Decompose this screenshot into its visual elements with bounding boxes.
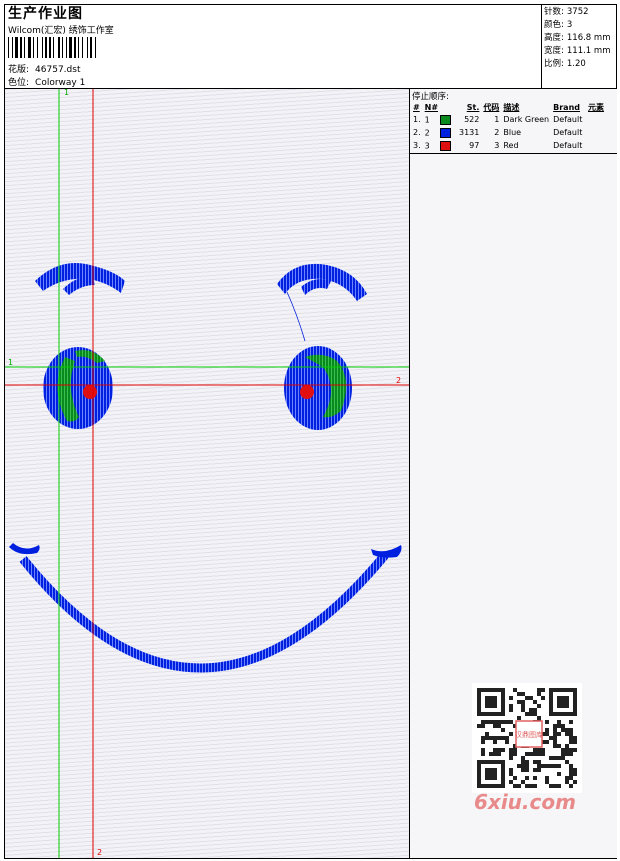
row-desc: Red — [503, 141, 519, 150]
stat-scale: 比例: 1.20 — [544, 59, 586, 69]
barcode — [8, 37, 96, 58]
row-index: 3. — [413, 141, 421, 150]
stat-colors: 颜色: 3 — [544, 20, 573, 30]
table-divider — [410, 153, 617, 154]
row-stitches: 522 — [464, 115, 480, 124]
row-code: 1 — [494, 115, 500, 124]
col-n: N# — [424, 102, 439, 112]
colorway-value: Colorway 1 — [35, 78, 86, 88]
design-file-label: 花版: — [8, 65, 30, 75]
row-code: 2 — [494, 128, 500, 137]
row-stitches: 97 — [469, 141, 480, 150]
row-brand: Default — [553, 128, 583, 137]
stats-divider — [541, 4, 542, 88]
col-element: 元素 — [588, 102, 604, 112]
col-index: # — [413, 102, 420, 112]
left-eyebrow — [35, 263, 125, 295]
thread-color-swatch — [439, 114, 451, 125]
row-index: 1. — [413, 115, 421, 124]
row-brand: Default — [553, 141, 583, 150]
watermark: 6xiu.com — [474, 790, 576, 814]
color-row: 2. 2 3131 2 Blue Default — [411, 126, 606, 139]
right-eyebrow — [277, 263, 367, 342]
color-table: # N# St. 代码 描述 Brand 元素 1. 1 522 1 Dark Gree… — [411, 101, 606, 152]
row-code: 3 — [494, 141, 500, 150]
stat-width: 宽度: 111.1 mm — [544, 46, 611, 56]
row-n: 1 — [424, 115, 430, 124]
design-preview: 1 2 1 2 — [5, 89, 409, 858]
right-eye — [284, 346, 352, 430]
stats-block: 针数: 3752 颜色: 3 高度: 116.8 mm 宽度: 111.1 mm 比例:… — [544, 6, 610, 71]
col-brand: Brand — [553, 102, 580, 112]
row-brand: Default — [553, 115, 583, 124]
stat-stitches: 针数: 3752 — [544, 7, 589, 17]
thread-color-swatch — [439, 140, 451, 151]
row-desc: Blue — [503, 128, 522, 137]
row-n: 2 — [424, 128, 430, 137]
color-row: 3. 3 97 3 Red Default — [411, 139, 606, 152]
embroidery-svg — [5, 89, 409, 858]
row-desc: Dark Green — [503, 115, 550, 124]
row-stitches: 3131 — [459, 128, 480, 137]
qr-code: 汉鼎图库 — [472, 683, 582, 793]
guide-h1-label: 1 — [8, 358, 14, 367]
guide-v2-label: 2 — [97, 848, 103, 857]
left-eye — [43, 347, 113, 429]
row-index: 2. — [413, 128, 421, 137]
colorway-row: 色位: Colorway 1 — [8, 75, 85, 88]
color-table-header: # N# St. 代码 描述 Brand 元素 — [411, 101, 606, 113]
row-n: 3 — [424, 141, 430, 150]
company-name: Wilcom(汇宏) 绣饰工作室 — [8, 26, 114, 36]
design-file-value: 46757.dst — [35, 65, 81, 75]
page-title: 生产作业图 — [8, 6, 83, 22]
qr-stamp-text: 汉鼎图库 — [515, 730, 543, 739]
guide-h2-label: 2 — [396, 376, 402, 385]
guide-v1-label: 1 — [64, 89, 70, 97]
stat-height: 高度: 116.8 mm — [544, 33, 611, 43]
col-code: 代码 — [483, 102, 500, 112]
thread-color-swatch — [439, 127, 451, 138]
col-desc: 描述 — [503, 102, 520, 112]
col-stitches: St. — [466, 102, 480, 112]
color-row: 1. 1 522 1 Dark Green Default — [411, 113, 606, 126]
colorway-label: 色位: — [8, 78, 30, 88]
design-file-row: 花版: 46757.dst — [8, 62, 80, 75]
smile-mouth — [9, 543, 402, 673]
